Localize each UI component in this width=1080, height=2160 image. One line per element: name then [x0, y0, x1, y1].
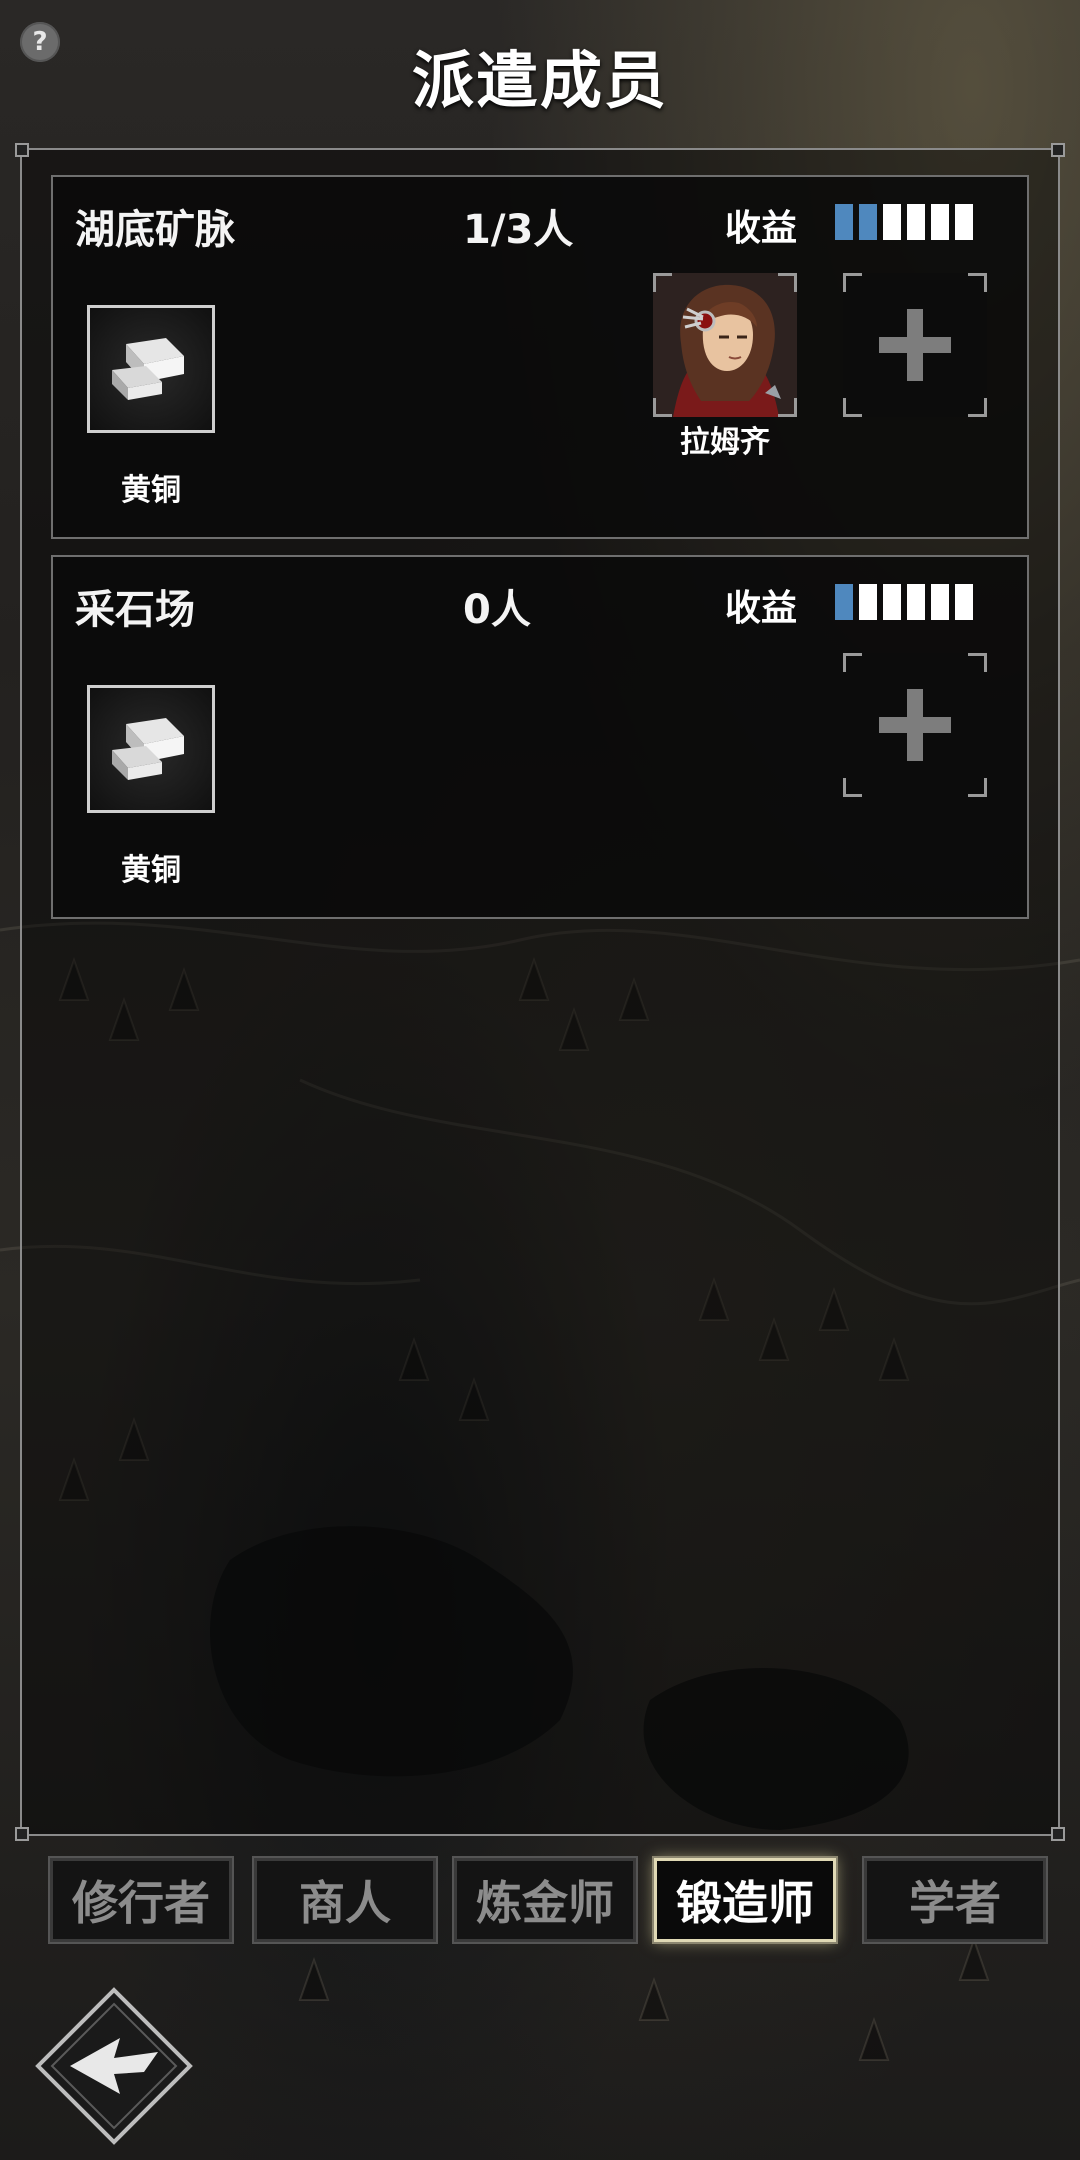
member-count: 1/3人 [463, 207, 574, 253]
brass-ingot-icon [112, 338, 184, 400]
site-name: 采石场 [75, 587, 195, 633]
add-member-slot[interactable] [843, 273, 987, 417]
plus-icon [879, 309, 951, 381]
yield-segment [907, 584, 925, 620]
back-button[interactable] [34, 1986, 194, 2146]
member-count: 0人 [463, 587, 531, 633]
tab-alchemist[interactable]: 炼金师 [452, 1856, 638, 1944]
site-card-lake-mine: 湖底矿脉 1/3人 收益 黄铜 拉姆齐 [51, 175, 1029, 539]
tab-scholar[interactable]: 学者 [862, 1856, 1048, 1944]
yield-segment [931, 584, 949, 620]
yield-segment [931, 204, 949, 240]
yield-label: 收益 [725, 208, 798, 249]
yield-segment [859, 584, 877, 620]
member-slot[interactable] [653, 273, 797, 417]
site-name: 湖底矿脉 [75, 207, 235, 253]
member-name: 拉姆齐 [680, 425, 770, 460]
plus-icon [879, 689, 951, 761]
page-title: 派遣成员 [411, 44, 668, 117]
add-member-slot[interactable] [843, 653, 987, 797]
site-card-quarry: 采石场 0人 收益 黄铜 [51, 555, 1029, 919]
tab-merchant[interactable]: 商人 [252, 1856, 438, 1944]
tab-cultivator[interactable]: 修行者 [48, 1856, 234, 1944]
resource-tile[interactable] [87, 685, 215, 813]
yield-segment [955, 584, 973, 620]
yield-segment [859, 204, 877, 240]
profession-tabs: 修行者 商人 炼金师 锻造师 学者 [48, 1856, 1048, 1944]
tab-blacksmith[interactable]: 锻造师 [652, 1856, 838, 1944]
back-arrow-icon [35, 1987, 193, 2145]
yield-segment [883, 584, 901, 620]
yield-segment [835, 584, 853, 620]
yield-meter [835, 584, 973, 620]
resource-tile[interactable] [87, 305, 215, 433]
resource-label: 黄铜 [121, 473, 181, 508]
brass-ingot-icon [112, 718, 184, 780]
yield-label: 收益 [725, 588, 798, 629]
yield-segment [835, 204, 853, 240]
character-portrait [653, 273, 797, 417]
yield-segment [907, 204, 925, 240]
yield-segment [883, 204, 901, 240]
yield-segment [955, 204, 973, 240]
resource-label: 黄铜 [121, 853, 181, 888]
yield-meter [835, 204, 973, 240]
